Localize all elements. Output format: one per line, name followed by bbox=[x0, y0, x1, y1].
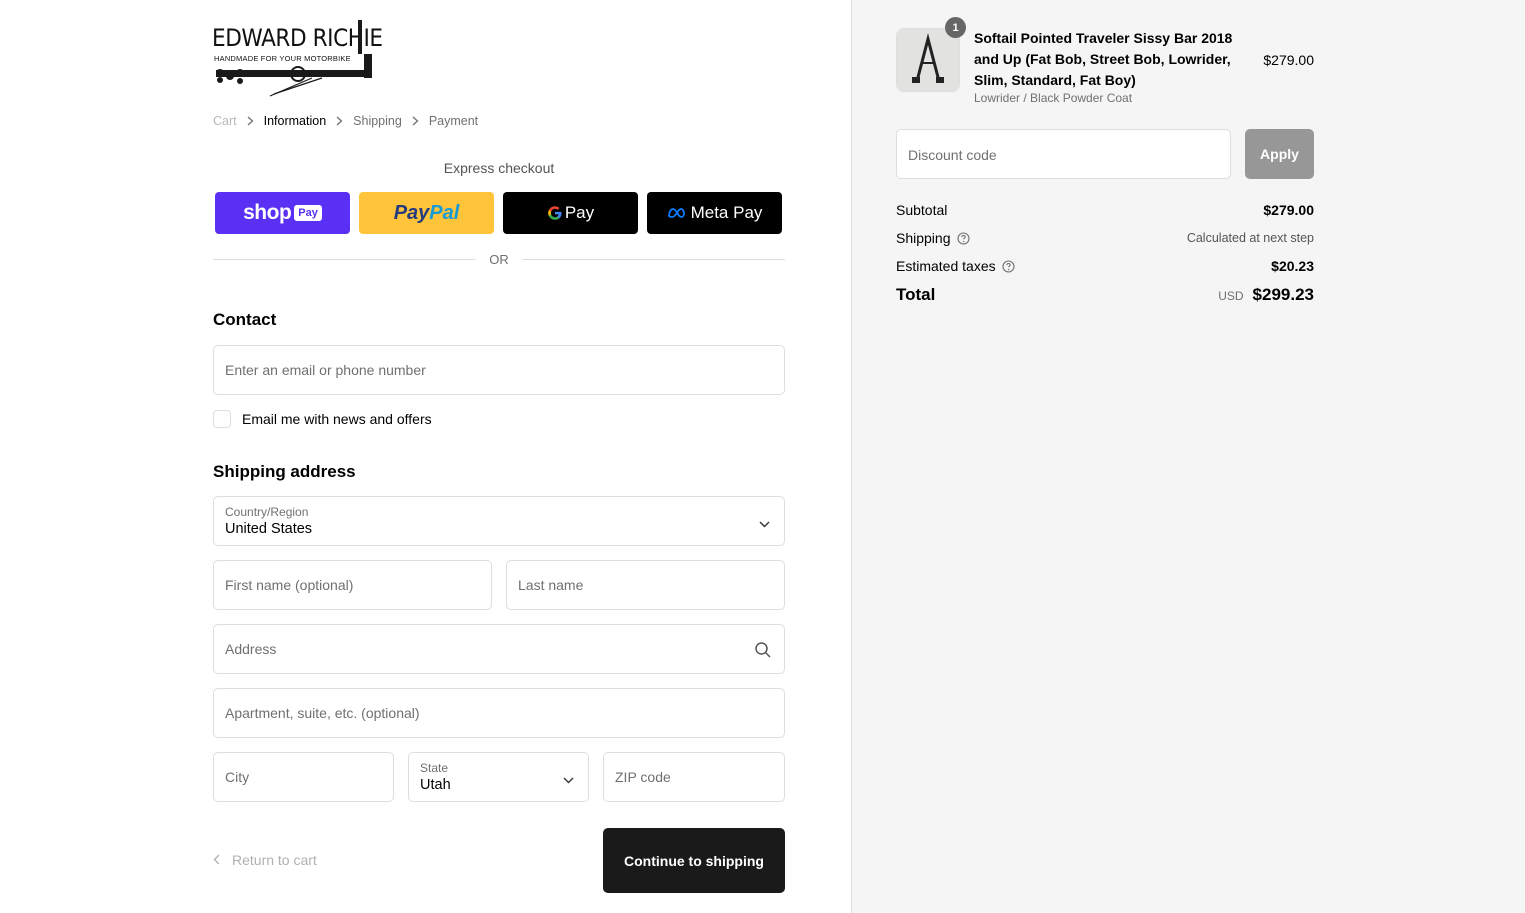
product-thumbnail bbox=[896, 28, 960, 92]
express-checkout-label: Express checkout bbox=[443, 160, 555, 176]
google-pay-button[interactable]: Pay bbox=[503, 192, 638, 234]
last-name-placeholder: Last name bbox=[518, 577, 584, 593]
chevron-down-icon bbox=[759, 515, 770, 533]
shop-pay-wordmark: shop bbox=[243, 201, 292, 224]
taxes-row: Estimated taxes $20.23 bbox=[896, 258, 1314, 274]
shop-pay-button[interactable]: shop Pay bbox=[215, 192, 350, 234]
apply-discount-button[interactable]: Apply bbox=[1245, 129, 1314, 179]
product-variant: Lowrider / Black Powder Coat bbox=[974, 91, 1133, 105]
subtotal-label: Subtotal bbox=[896, 202, 948, 218]
apartment-placeholder: Apartment, suite, etc. (optional) bbox=[225, 705, 420, 721]
breadcrumb-shipping: Shipping bbox=[353, 114, 402, 128]
or-divider: OR bbox=[213, 252, 785, 267]
zip-field[interactable]: ZIP code bbox=[603, 752, 785, 802]
country-label: Country/Region bbox=[225, 505, 309, 519]
chevron-right-icon bbox=[412, 116, 419, 126]
product-name: Softail Pointed Traveler Sissy Bar 2018 … bbox=[974, 30, 1233, 88]
breadcrumb-cart[interactable]: Cart bbox=[213, 114, 237, 128]
return-to-cart-label: Return to cart bbox=[232, 852, 317, 868]
state-select[interactable]: State Utah bbox=[408, 752, 589, 802]
return-to-cart-link[interactable]: Return to cart bbox=[213, 852, 317, 868]
subtotal-row: Subtotal $279.00 bbox=[896, 202, 1314, 218]
meta-logo-icon bbox=[667, 208, 685, 218]
chevron-right-icon bbox=[336, 116, 343, 126]
shipping-address-heading: Shipping address bbox=[213, 462, 356, 481]
motorbike-handlebar-logo-art bbox=[216, 20, 372, 97]
taxes-label: Estimated taxes bbox=[896, 258, 996, 274]
breadcrumb-payment: Payment bbox=[428, 114, 479, 128]
shop-pay-pill: Pay bbox=[294, 205, 322, 221]
search-icon bbox=[754, 641, 772, 664]
taxes-label-group: Estimated taxes bbox=[896, 258, 1015, 274]
city-field[interactable]: City bbox=[213, 752, 394, 802]
help-circle-icon[interactable] bbox=[956, 231, 970, 245]
meta-pay-wordmark: Meta Pay bbox=[690, 203, 763, 222]
email-placeholder: Enter an email or phone number bbox=[225, 362, 426, 378]
country-value: United States bbox=[225, 521, 313, 537]
continue-to-shipping-button[interactable]: Continue to shipping bbox=[603, 828, 785, 893]
sissy-bar-image bbox=[897, 29, 959, 91]
newsletter-option[interactable]: Email me with news and offers bbox=[213, 410, 432, 428]
product-price: $279.00 bbox=[1263, 52, 1314, 68]
total-value: $299.23 bbox=[1252, 285, 1314, 304]
subtotal-value: $279.00 bbox=[1263, 202, 1314, 218]
shipping-value: Calculated at next step bbox=[1186, 231, 1314, 245]
or-label: OR bbox=[489, 252, 509, 267]
apartment-field[interactable]: Apartment, suite, etc. (optional) bbox=[213, 688, 785, 738]
country-select[interactable]: Country/Region United States bbox=[213, 496, 785, 546]
google-pay-wordmark: Pay bbox=[564, 203, 595, 222]
shipping-label-group: Shipping bbox=[896, 230, 970, 246]
first-name-placeholder: First name (optional) bbox=[225, 577, 354, 593]
meta-pay-button[interactable]: Meta Pay bbox=[647, 192, 782, 234]
shipping-row: Shipping Calculated at next step bbox=[896, 230, 1314, 246]
breadcrumb: Cart Information Shipping Payment bbox=[213, 114, 478, 128]
help-circle-icon[interactable] bbox=[1002, 259, 1015, 273]
zip-placeholder: ZIP code bbox=[615, 769, 671, 785]
discount-code-field[interactable]: Discount code bbox=[896, 129, 1231, 179]
brand-logo[interactable]: EDWARD RICHIE HANDMADE FOR YOUR MOTORBIK… bbox=[212, 16, 384, 98]
currency-code: USD bbox=[1218, 289, 1244, 303]
shipping-label: Shipping bbox=[896, 230, 951, 246]
quantity-badge: 1 bbox=[945, 17, 966, 38]
contact-heading: Contact bbox=[213, 310, 277, 329]
paypal-wordmark: PayPal bbox=[393, 201, 460, 224]
chevron-right-icon bbox=[247, 116, 254, 126]
total-label: Total bbox=[896, 285, 936, 304]
chevron-left-icon bbox=[213, 852, 220, 868]
discount-placeholder: Discount code bbox=[908, 147, 997, 163]
total-amount-group: USD $299.23 bbox=[1218, 285, 1314, 305]
breadcrumb-information: Information bbox=[263, 114, 327, 128]
state-value: Utah bbox=[420, 777, 451, 793]
divider-line bbox=[213, 259, 477, 260]
address-field[interactable]: Address bbox=[213, 624, 785, 674]
address-placeholder: Address bbox=[225, 641, 277, 657]
google-g-icon bbox=[548, 206, 562, 220]
newsletter-checkbox[interactable] bbox=[213, 410, 231, 428]
checkout-main-column: EDWARD RICHIE HANDMADE FOR YOUR MOTORBIK… bbox=[0, 0, 851, 913]
state-label: State bbox=[420, 761, 449, 775]
chevron-down-icon bbox=[563, 771, 574, 789]
last-name-field[interactable]: Last name bbox=[506, 560, 785, 610]
city-placeholder: City bbox=[225, 769, 250, 785]
taxes-value: $20.23 bbox=[1271, 258, 1314, 274]
first-name-field[interactable]: First name (optional) bbox=[213, 560, 492, 610]
newsletter-label[interactable]: Email me with news and offers bbox=[242, 411, 432, 427]
paypal-button[interactable]: PayPal bbox=[359, 192, 494, 234]
divider-line bbox=[521, 259, 785, 260]
email-field[interactable]: Enter an email or phone number bbox=[213, 345, 785, 395]
total-row: Total USD $299.23 bbox=[896, 285, 1314, 305]
